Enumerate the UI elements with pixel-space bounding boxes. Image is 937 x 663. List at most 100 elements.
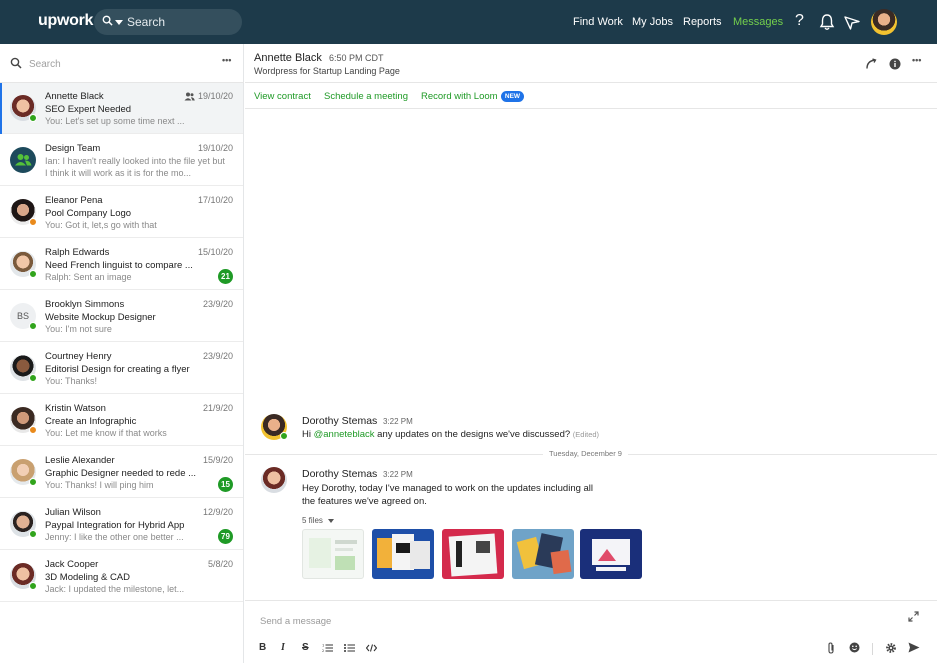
- message-text: the features we've agreed on.: [302, 496, 427, 507]
- settings-gear-icon[interactable]: [885, 642, 897, 654]
- attachment-thumbnail[interactable]: [512, 529, 574, 579]
- schedule-meeting-link[interactable]: Schedule a meeting: [324, 91, 408, 102]
- conversation-preview-line1: Ian: I haven't really looked into the fi…: [45, 156, 225, 166]
- more-options-icon[interactable]: •••: [912, 55, 921, 65]
- unread-count-badge: 21: [218, 269, 233, 284]
- conversation-date: 23/9/20: [202, 299, 233, 309]
- conversation-item[interactable]: Annette Black 19/10/20 SEO Expert Needed…: [0, 83, 243, 134]
- message-body: Hi @anneteblack any updates on the desig…: [302, 428, 599, 441]
- message-text: Hey Dorothy, today I've managed to work …: [302, 483, 594, 494]
- code-icon[interactable]: [366, 644, 377, 652]
- conversation-item[interactable]: BS Brooklyn Simmons 23/9/20 Website Mock…: [0, 291, 243, 342]
- search-scope-caret-icon[interactable]: [115, 20, 123, 25]
- conversation-preview-line2: I think it will work as it is for the mo…: [45, 168, 192, 178]
- conversation-item[interactable]: Ralph Edwards 15/10/20 Need French lingu…: [0, 239, 243, 290]
- conversation-item[interactable]: Julian Wilson 12/9/20 Paypal Integration…: [0, 499, 243, 550]
- conversation-title: Editorisl Design for creating a flyer: [45, 364, 190, 375]
- date-divider-label: Tuesday, December 9: [543, 449, 628, 458]
- user-mention[interactable]: @anneteblack: [314, 429, 375, 440]
- conversation-item[interactable]: Leslie Alexander 15/9/20 Graphic Designe…: [0, 447, 243, 498]
- conversation-date: 21/9/20: [202, 403, 233, 413]
- top-navigation-bar: upwork Find Work My Jobs Reports Message…: [0, 0, 937, 44]
- conversation-item[interactable]: Kristin Watson 21/9/20 Create an Infogra…: [0, 395, 243, 446]
- conversation-preview: You: Let's set up some time next ...: [45, 116, 185, 126]
- message-text: Hi: [302, 429, 314, 440]
- chevron-down-icon: [328, 518, 335, 523]
- conversation-date: 5/8/20: [207, 559, 233, 569]
- conversation-date: 17/10/20: [197, 195, 233, 205]
- message-author: Dorothy Stemas: [302, 415, 378, 427]
- more-options-icon[interactable]: •••: [222, 55, 231, 65]
- emoji-icon[interactable]: [849, 642, 860, 653]
- conversation-title: Paypal Integration for Hybrid App: [45, 520, 185, 531]
- attachment-thumbnail[interactable]: [580, 529, 642, 579]
- message-composer: B I S 1 2: [245, 600, 937, 663]
- conversation-name: Eleanor Pena: [45, 195, 103, 206]
- chat-actions-bar: View contract Schedule a meeting Record …: [245, 83, 937, 109]
- conversation-item[interactable]: Jack Cooper 5/8/20 3D Modeling & CAD Jac…: [0, 551, 243, 602]
- conversation-name: Jack Cooper: [45, 559, 99, 570]
- global-search[interactable]: [94, 9, 242, 35]
- conversation-preview: You: Got it, let,s go with that: [45, 220, 157, 230]
- chat-contact-local-time: 6:50 PM CDT: [329, 53, 384, 63]
- strikethrough-icon[interactable]: S: [302, 642, 309, 655]
- team-icon: [15, 154, 32, 166]
- online-status-dot: [29, 374, 37, 382]
- attachment-thumbnail[interactable]: [442, 529, 504, 579]
- info-icon[interactable]: [889, 58, 901, 70]
- message-text: any updates on the designs we've discuss…: [374, 429, 571, 440]
- conversation-name: Ralph Edwards: [45, 247, 110, 258]
- upwork-logo[interactable]: upwork: [38, 12, 93, 30]
- online-status-dot: [29, 322, 37, 330]
- message-input[interactable]: [260, 613, 860, 629]
- bullet-list-icon[interactable]: [344, 643, 355, 653]
- chat-contact-name[interactable]: Annette Black: [254, 52, 322, 64]
- conversation-title: Pool Company Logo: [45, 208, 132, 219]
- chat-job-title[interactable]: Wordpress for Startup Landing Page: [254, 66, 400, 76]
- conversation-preview: Ralph: Sent an image: [45, 272, 132, 282]
- numbered-list-icon[interactable]: 1 2: [322, 643, 333, 653]
- user-avatar[interactable]: [871, 9, 897, 35]
- online-status-dot: [29, 530, 37, 538]
- bell-icon[interactable]: [818, 12, 836, 32]
- conversation-name: Julian Wilson: [45, 507, 101, 518]
- conversation-preview: You: Thanks!: [45, 376, 98, 386]
- online-status-dot: [29, 478, 37, 486]
- send-paper-plane-icon[interactable]: [843, 12, 861, 32]
- italic-icon[interactable]: I: [281, 642, 285, 655]
- help-icon[interactable]: ?: [795, 12, 804, 30]
- bold-icon[interactable]: B: [259, 642, 266, 655]
- conversation-title: SEO Expert Needed: [45, 104, 132, 115]
- svg-text:1: 1: [322, 644, 324, 648]
- nav-my-jobs[interactable]: My Jobs: [632, 16, 673, 28]
- attachments-toggle[interactable]: 5 files: [302, 516, 335, 525]
- conversation-preview: You: Let me know if that works: [45, 428, 167, 438]
- attachment-thumbnail[interactable]: [302, 529, 364, 579]
- avatar: [261, 467, 287, 493]
- message-author: Dorothy Stemas: [302, 468, 378, 480]
- message-time: 3:22 PM: [383, 417, 413, 426]
- phone-call-icon[interactable]: [865, 58, 877, 70]
- attachments-count: 5 files: [302, 516, 323, 525]
- send-message-icon[interactable]: [908, 642, 920, 653]
- conversation-item[interactable]: Design Team 19/10/20 Ian: I haven't real…: [0, 135, 243, 186]
- svg-text:2: 2: [322, 649, 324, 653]
- expand-icon[interactable]: [908, 611, 919, 622]
- nav-messages[interactable]: Messages: [733, 16, 783, 28]
- conversation-search-input[interactable]: [29, 56, 199, 72]
- conversation-date: 15/10/20: [197, 247, 233, 257]
- avatar: [10, 147, 36, 173]
- conversation-item[interactable]: Eleanor Pena 17/10/20 Pool Company Logo …: [0, 187, 243, 238]
- nav-reports[interactable]: Reports: [683, 16, 722, 28]
- conversation-item[interactable]: Courtney Henry 23/9/20 Editorisl Design …: [0, 343, 243, 394]
- conversation-name: Leslie Alexander: [45, 455, 115, 466]
- record-with-loom-link[interactable]: Record with Loom: [421, 91, 498, 102]
- conversation-name: Design Team: [45, 143, 101, 154]
- online-status-dot: [29, 114, 37, 122]
- view-contract-link[interactable]: View contract: [254, 91, 311, 102]
- nav-find-work[interactable]: Find Work: [573, 16, 623, 28]
- conversation-list-panel: ••• Annette Black 19/10/20 SEO Expert Ne…: [0, 44, 244, 663]
- attachment-thumbnail[interactable]: [372, 529, 434, 579]
- global-search-input[interactable]: [127, 13, 232, 31]
- attachment-paperclip-icon[interactable]: [826, 642, 836, 654]
